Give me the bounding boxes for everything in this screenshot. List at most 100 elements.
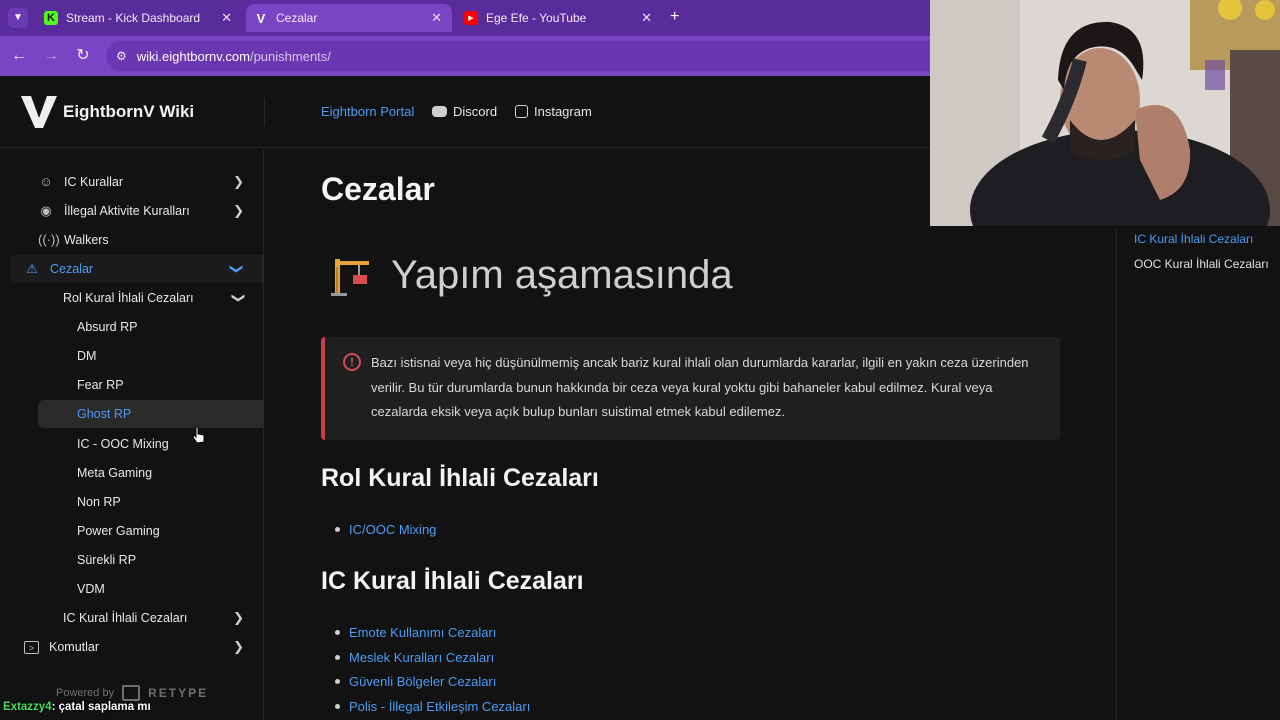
tab-search-button[interactable]: ▼ <box>8 8 28 28</box>
v-logo-icon: V <box>256 10 266 26</box>
sidebar-item-label: Non RP <box>77 495 121 509</box>
close-icon[interactable]: ✕ <box>641 10 652 26</box>
eightborn-portal-link[interactable]: Eightborn Portal <box>321 104 414 119</box>
sidebar-item-label: VDM <box>77 582 105 596</box>
back-icon[interactable]: ← <box>9 46 29 66</box>
sidebar-item-label: Power Gaming <box>77 524 160 538</box>
sidebar-item-dm[interactable]: DM <box>10 342 264 370</box>
reload-icon[interactable]: ↻ <box>73 46 93 66</box>
top-link-label: Instagram <box>534 104 592 119</box>
sidebar-item-label: DM <box>77 349 97 363</box>
close-icon[interactable]: ✕ <box>221 10 232 26</box>
url-domain: wiki.eightbornv.com <box>136 48 250 64</box>
retype-logo-icon <box>122 685 141 701</box>
chat-username: Extazzy4 <box>3 701 52 713</box>
tab-kick[interactable]: K Stream - Kick Dashboard ✕ <box>36 4 242 32</box>
hand-cursor-icon <box>192 426 205 444</box>
sidebar-item-surekli-rp[interactable]: Sürekli RP <box>10 546 264 574</box>
sidebar-item-ic-ooc-mixing[interactable]: IC - OOC Mixing <box>10 430 264 458</box>
sidebar-item-label: Ghost RP <box>77 407 132 421</box>
sidebar-item-rol-kural[interactable]: Rol Kural İhlali Cezaları ❯ <box>10 284 264 312</box>
link-label: Polis - İllegal Etkileşim Cezaları <box>349 699 531 714</box>
tab-youtube[interactable]: ▶ Ege Efe - YouTube ✕ <box>456 4 662 32</box>
link-label: IC/OOC Mixing <box>349 522 437 537</box>
stream-chat-message: Extazzy4: çatal saplama mı <box>3 701 151 713</box>
terminal-icon: > <box>24 640 39 654</box>
link-polis-illegal[interactable]: Polis - İllegal Etkileşim Cezaları <box>335 699 530 714</box>
chevron-right-icon: ❯ <box>233 174 244 189</box>
construction-crane-icon <box>331 258 369 296</box>
sidebar-item-label: IC Kurallar <box>64 175 124 189</box>
sidebar-item-cezalar[interactable]: ⚠ Cezalar ❯ <box>10 255 264 283</box>
webcam-image <box>930 0 1280 226</box>
sidebar-item-illegal-aktivite[interactable]: ◉ İllegal Aktivite Kuralları ❯ <box>10 197 264 225</box>
sidebar-item-label: Komutlar <box>49 640 100 654</box>
toc-item-ic-kural[interactable]: IC Kural İhlali Cezaları <box>1134 232 1253 246</box>
new-tab-icon[interactable]: + <box>670 8 679 26</box>
site-info-icon[interactable]: ⚙ <box>116 49 127 63</box>
eightbornv-logo-icon[interactable] <box>20 94 58 130</box>
table-of-contents: IC Kural İhlali Cezaları OOC Kural İhlal… <box>1116 228 1280 720</box>
warning-text: Bazı istisnai veya hiç düşünülmemiş anca… <box>371 355 1029 419</box>
chevron-right-icon: ❯ <box>233 203 244 218</box>
address-bar[interactable]: ⚙ wiki.eightbornv.com /punishments/ <box>106 41 1006 71</box>
link-meslek-kurallari[interactable]: Meslek Kuralları Cezaları <box>335 650 494 665</box>
youtube-icon: ▶ <box>464 11 478 25</box>
construction-text: Yapım aşamasında <box>391 253 733 297</box>
sidebar-item-meta-gaming[interactable]: Meta Gaming <box>10 459 264 487</box>
link-label: Emote Kullanımı Cezaları <box>349 625 497 640</box>
link-label: Güvenli Bölgeler Cezaları <box>349 674 497 689</box>
url-path: /punishments/ <box>249 48 331 64</box>
main-content: Cezalar Yapım aşamasında ! Bazı istisnai… <box>265 149 1115 720</box>
sidebar-item-label: Absurd RP <box>77 320 138 334</box>
sidebar-item-label: Cezalar <box>50 262 94 276</box>
tab-cezalar[interactable]: V Cezalar ✕ <box>246 4 452 32</box>
link-label: Meslek Kuralları Cezaları <box>349 650 495 665</box>
page-title: Cezalar <box>321 171 435 207</box>
toc-item-ooc-kural[interactable]: OOC Kural İhlali Cezaları <box>1134 257 1269 271</box>
tab-title: Stream - Kick Dashboard <box>66 11 201 25</box>
sidebar-item-power-gaming[interactable]: Power Gaming <box>10 517 264 545</box>
sidebar-item-label: İllegal Aktivite Kuralları <box>64 204 190 218</box>
link-guvenli-bolgeler[interactable]: Güvenli Bölgeler Cezaları <box>335 674 496 689</box>
link-ic-ooc-mixing[interactable]: IC/OOC Mixing <box>335 522 436 537</box>
sidebar-item-non-rp[interactable]: Non RP <box>10 488 264 516</box>
site-brand[interactable]: EightbornV Wiki <box>63 102 194 122</box>
chevron-right-icon: ❯ <box>233 639 244 654</box>
header-divider <box>264 98 265 126</box>
eye-icon: ◉ <box>40 203 52 218</box>
chevron-down-icon: ❯ <box>229 263 245 275</box>
sidebar-item-ic-kural-ihlali[interactable]: IC Kural İhlali Cezaları ❯ <box>10 604 264 632</box>
sidebar-item-label: IC Kural İhlali Cezaları <box>63 611 188 625</box>
users-icon: ☺ <box>39 174 53 189</box>
discord-link[interactable]: Discord <box>432 104 497 119</box>
sidebar-item-ghost-rp[interactable]: Ghost RP <box>38 400 264 428</box>
chat-text: : çatal saplama mı <box>51 701 151 713</box>
sidebar-item-komutlar[interactable]: > Komutlar ❯ <box>10 633 264 661</box>
sidebar-item-absurd-rp[interactable]: Absurd RP <box>10 313 264 341</box>
close-icon[interactable]: ✕ <box>431 10 442 26</box>
top-link-label: Discord <box>453 104 498 119</box>
sidebar-item-label: IC - OOC Mixing <box>77 437 169 451</box>
powered-by-retype[interactable]: Powered by RETYPE <box>56 685 208 701</box>
sidebar: ☺ IC Kurallar ❯ ◉ İllegal Aktivite Kural… <box>0 149 264 720</box>
sidebar-item-label: Rol Kural İhlali Cezaları <box>63 291 194 305</box>
forward-icon[interactable]: → <box>41 46 61 66</box>
discord-icon <box>432 106 447 117</box>
tab-title: Cezalar <box>276 11 318 25</box>
top-link-label: Eightborn Portal <box>321 104 415 119</box>
sidebar-item-walkers[interactable]: ((·)) Walkers <box>10 226 264 254</box>
chevron-down-icon: ❯ <box>231 292 247 304</box>
sidebar-item-fear-rp[interactable]: Fear RP <box>10 371 264 399</box>
warning-icon: ⚠ <box>26 261 38 276</box>
link-emote-kullanimi[interactable]: Emote Kullanımı Cezaları <box>335 625 496 640</box>
sidebar-item-ic-kurallar[interactable]: ☺ IC Kurallar ❯ <box>10 168 264 196</box>
powered-by-label: Powered by <box>56 687 115 699</box>
alert-circle-icon: ! <box>343 353 361 371</box>
sidebar-item-label: Meta Gaming <box>77 466 153 480</box>
chevron-right-icon: ❯ <box>233 610 244 625</box>
section-heading-rol-kural: Rol Kural İhlali Cezaları <box>321 464 599 492</box>
retype-brand: RETYPE <box>148 686 209 700</box>
sidebar-item-vdm[interactable]: VDM <box>10 575 264 603</box>
instagram-link[interactable]: Instagram <box>515 104 592 119</box>
